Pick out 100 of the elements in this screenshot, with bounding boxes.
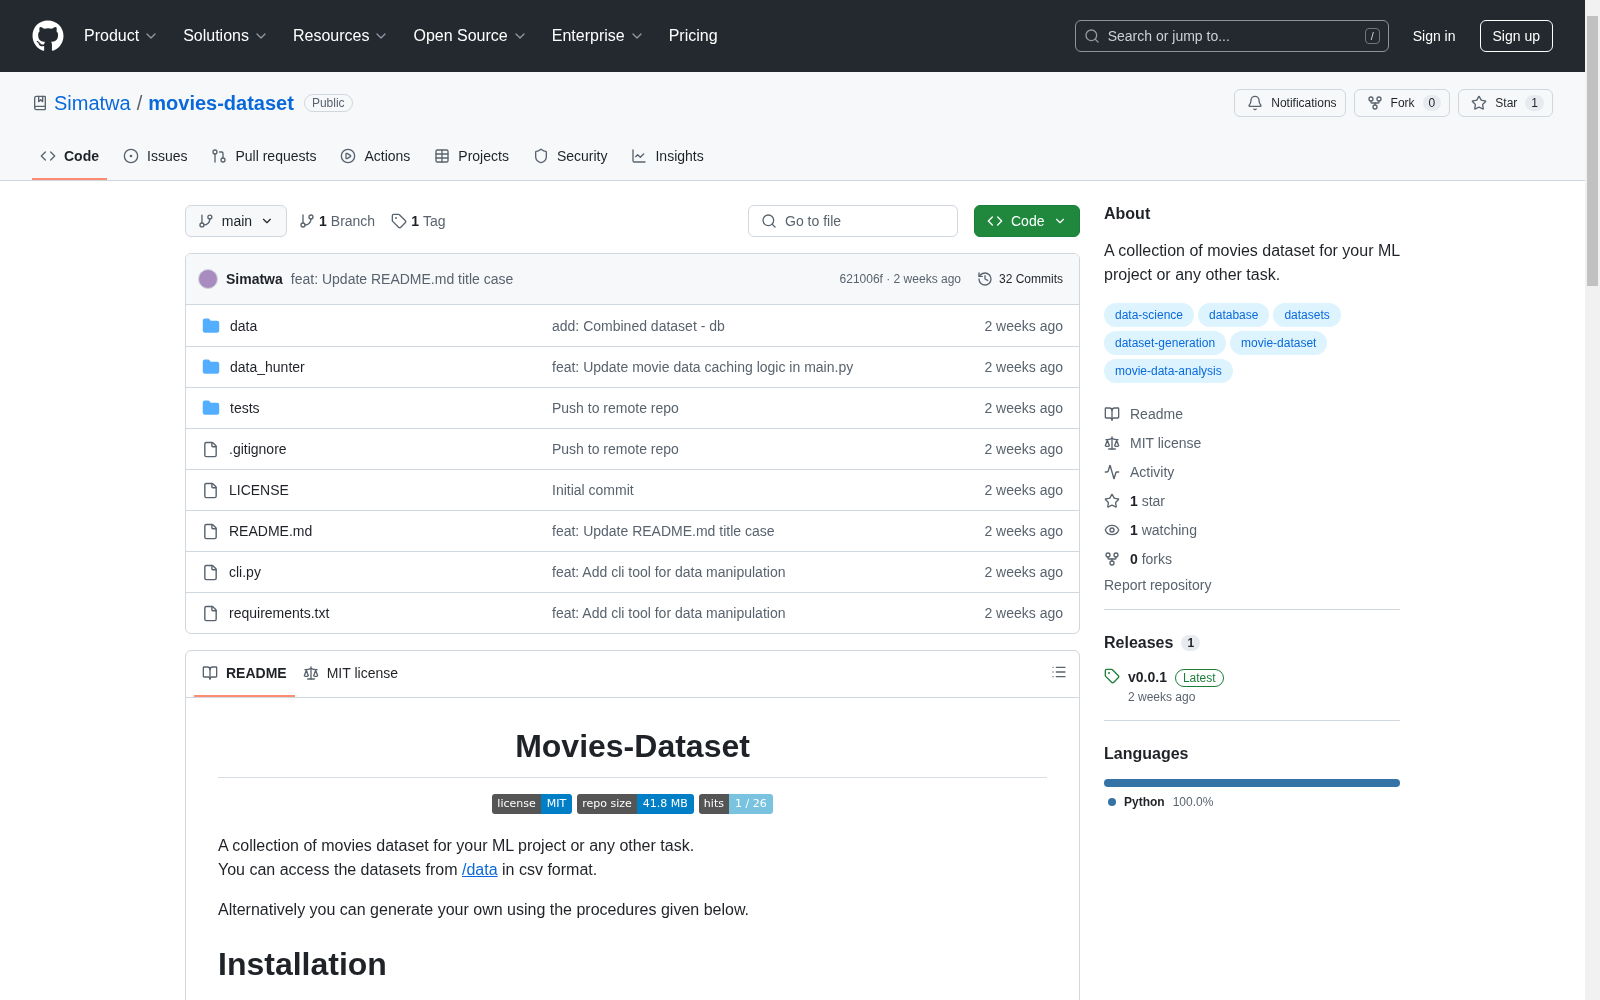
commit-message-link[interactable]: add: Combined dataset - db (552, 317, 725, 334)
repo-tab[interactable]: Projects (426, 148, 517, 180)
line-chart-icon (631, 148, 648, 164)
code-icon (987, 213, 1003, 229)
repo-tab[interactable]: Actions (332, 148, 419, 180)
release-link[interactable]: v0.0.1 (1128, 669, 1167, 685)
readme-paragraph: You can access the datasets from /data in csv format. (218, 861, 598, 878)
report-link[interactable]: Report repository (1104, 577, 1400, 593)
file-name-link[interactable]: requirements.txt (229, 605, 330, 621)
nav-menu-item[interactable]: Solutions (179, 27, 273, 45)
file-name-link[interactable]: tests (230, 400, 260, 416)
book-icon (1104, 405, 1120, 422)
code-button[interactable]: Code (974, 205, 1080, 237)
nav-menu-item[interactable]: Pricing (664, 27, 722, 45)
sidebar-link[interactable]: 0 forks (1104, 548, 1400, 569)
file-icon (202, 522, 219, 540)
releases-heading: Releases (1104, 634, 1174, 652)
language-name: Python (1124, 795, 1165, 809)
repo-tab[interactable]: Insights (623, 148, 712, 180)
release-time: 2 weeks ago (1128, 690, 1197, 704)
topic-tag[interactable]: data-science (1104, 303, 1195, 327)
topic-tag[interactable]: movie-dataset (1230, 331, 1328, 355)
repo-description: A collection of movies dataset for your ML project or any other task. (1104, 241, 1400, 285)
sidebar-link[interactable]: 1 watching (1104, 519, 1400, 540)
star-button[interactable]: Star 1 (1458, 89, 1553, 117)
commits-link[interactable]: 32 Commits (977, 271, 1063, 287)
commit-message-link[interactable]: feat: Update movie data caching logic in main.py (552, 359, 854, 375)
search-placeholder: Search or jump to... (1107, 28, 1230, 44)
topic-tag[interactable]: datasets (1273, 303, 1341, 327)
repo-tab[interactable]: Pull requests (203, 148, 325, 180)
path-separator: / (136, 91, 143, 115)
nav-menu-item[interactable]: Enterprise (547, 27, 649, 45)
notifications-button[interactable]: Notifications (1234, 89, 1346, 117)
file-icon (202, 563, 219, 581)
commit-time: 2 weeks ago (984, 482, 1063, 498)
search-icon (1083, 28, 1100, 44)
topic-tag[interactable]: movie-data-analysis (1104, 359, 1233, 383)
topic-tag[interactable]: dataset-generation (1104, 331, 1227, 355)
readme-tab[interactable]: README (194, 665, 295, 697)
file-name-link[interactable]: LICENSE (229, 482, 289, 498)
sidebar-link[interactable]: MIT license (1104, 432, 1400, 453)
repo-name-link[interactable]: movies-dataset (148, 91, 294, 115)
search-field[interactable]: Search or jump to... / (1074, 20, 1389, 52)
readme-tab[interactable]: MIT license (294, 665, 406, 697)
folder-icon (202, 358, 220, 376)
commit-message: feat: Update README.md title case (290, 271, 514, 287)
sign-up-button[interactable]: Sign up (1479, 20, 1553, 52)
code-icon (40, 148, 56, 164)
commit-message-link[interactable]: feat: Add cli tool for data manipulation (552, 564, 786, 580)
folder-icon (202, 399, 220, 417)
readme-title: Movies-Dataset (218, 728, 1047, 778)
readme-paragraph: A collection of movies dataset for your ML project or any other task. (218, 837, 695, 854)
file-name-link[interactable]: data (230, 317, 258, 334)
language-percent: 100.0% (1172, 795, 1214, 809)
history-icon (977, 271, 993, 287)
sidebar-link[interactable]: Activity (1104, 461, 1400, 482)
branch-button[interactable]: main (185, 205, 287, 237)
sidebar-link[interactable]: 1 star (1104, 490, 1400, 511)
commit-message-link[interactable]: Initial commit (552, 482, 634, 498)
file-icon (202, 440, 219, 458)
commit-message-link[interactable]: feat: Add cli tool for data manipulation (552, 605, 786, 621)
file-name-link[interactable]: README.md (229, 523, 313, 539)
sign-in-link[interactable]: Sign in (1404, 28, 1464, 44)
search-icon (761, 213, 777, 229)
fork-icon (1366, 95, 1383, 111)
commit-message-link[interactable]: Push to remote repo (552, 400, 679, 416)
commit-hash-time: 621006f · 2 weeks ago (839, 272, 961, 286)
file-name-link[interactable]: cli.py (229, 564, 261, 580)
file-name-link[interactable]: .gitignore (229, 441, 287, 457)
branch-icon (198, 213, 214, 229)
file-icon (202, 481, 219, 499)
sidebar-link[interactable]: Readme (1104, 403, 1400, 424)
commit-message-link[interactable]: Push to remote repo (552, 441, 679, 457)
tags-link[interactable]: 1 Tag (387, 213, 450, 229)
languages-heading: Languages (1104, 745, 1190, 763)
nav-menu-item[interactable]: Open Source (409, 27, 532, 45)
nav-menu-item[interactable]: Product (80, 27, 164, 45)
count-label: 1 (1525, 95, 1544, 111)
commit-time: 2 weeks ago (984, 359, 1063, 375)
commit-time: 2 weeks ago (984, 523, 1063, 539)
circle-dot-icon (123, 148, 139, 164)
book-icon (202, 665, 218, 681)
commit-time: 2 weeks ago (984, 564, 1063, 580)
github-logo-icon[interactable] (32, 20, 64, 52)
branches-link[interactable]: 1 Branch (295, 213, 380, 229)
file-name-link[interactable]: data_hunter (230, 359, 305, 375)
data-link[interactable]: /data (462, 861, 498, 878)
commit-time: 2 weeks ago (984, 400, 1063, 416)
repo-tab[interactable]: Security (524, 148, 616, 180)
repo-tab[interactable]: Issues (115, 148, 196, 180)
commit-message-link[interactable]: feat: Update README.md title case (552, 523, 775, 539)
go-to-file-field[interactable]: Go to file (748, 205, 958, 237)
commit-author[interactable]: Simatwa (226, 271, 283, 287)
fork-button[interactable]: Fork 0 (1353, 89, 1451, 117)
repo-tab[interactable]: Code (32, 148, 107, 180)
owner-link[interactable]: Simatwa (54, 91, 131, 115)
topic-tag[interactable]: database (1198, 303, 1270, 327)
nav-menu-item[interactable]: Resources (288, 27, 394, 45)
avatar (198, 269, 218, 289)
star-icon (1471, 95, 1488, 111)
